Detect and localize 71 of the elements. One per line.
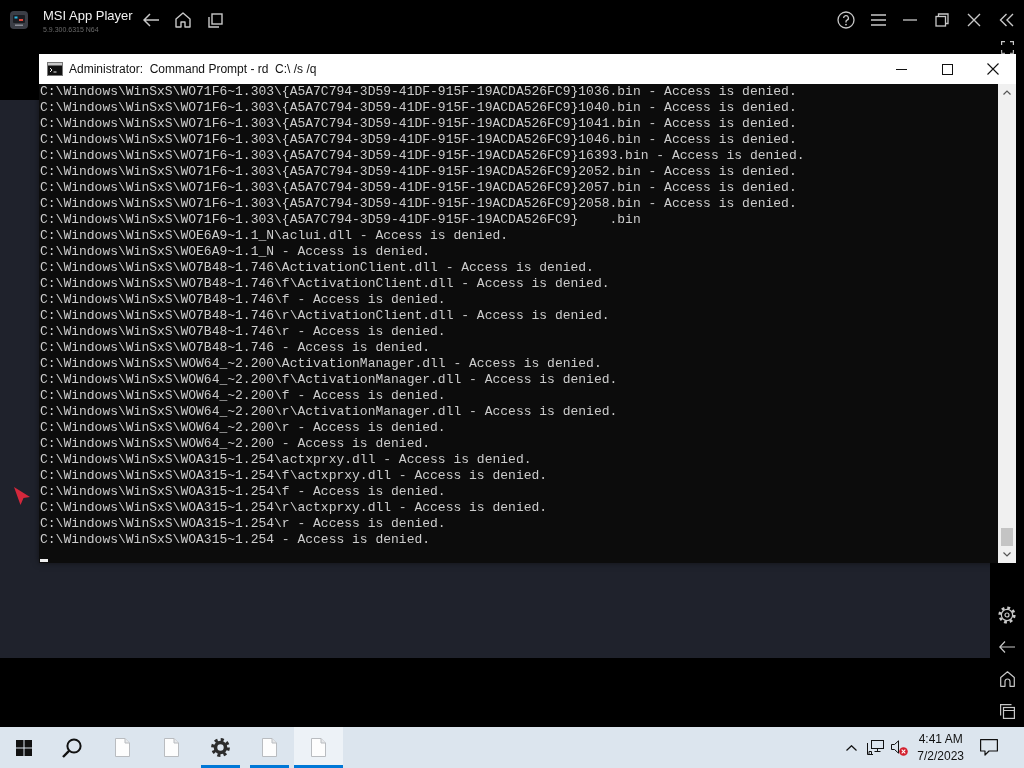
console-line: C:\Windows\WinSxS\WOA315~1.254\f\actxprxy.dll - Access is denied. bbox=[40, 468, 548, 484]
console-line: C:\Windows\WinSxS\WOE6A9~1.1_N - Access is denied. bbox=[40, 244, 431, 260]
search-icon bbox=[62, 737, 82, 758]
close-icon bbox=[967, 13, 981, 27]
gear-icon bbox=[211, 738, 230, 757]
console-line: C:\Windows\WinSxS\WO71F6~1.303\{A5A7C794-3D59-41DF-915F-19ACDA526FC9} .bin bbox=[40, 212, 641, 228]
document-icon bbox=[115, 738, 130, 757]
stacked-windows-icon bbox=[207, 12, 223, 28]
windows-logo-icon bbox=[16, 739, 32, 756]
terminal-icon bbox=[47, 62, 63, 76]
console-line: C:\Windows\WinSxS\WOW64_~2.200\r\ActivationManager.dll - Access is denied. bbox=[40, 404, 618, 420]
vertical-scrollbar[interactable] bbox=[998, 84, 1016, 563]
console-line: C:\Windows\WinSxS\WO7B48~1.746\r\ActivationClient.dll - Access is denied. bbox=[40, 308, 610, 324]
console-line: C:\Windows\WinSxS\WO71F6~1.303\{A5A7C794-3D59-41DF-915F-19ACDA526FC9}16393.bin - Access is denied. bbox=[40, 148, 805, 164]
console-line: C:\Windows\WinSxS\WO7B48~1.746 - Access is denied. bbox=[40, 340, 431, 356]
maximize-icon bbox=[941, 63, 953, 75]
console-line: C:\Windows\WinSxS\WOW64_~2.200 - Access is denied. bbox=[40, 436, 431, 452]
stacked-windows-icon bbox=[999, 703, 1015, 719]
console-line: C:\Windows\WinSxS\WO71F6~1.303\{A5A7C794-3D59-41DF-915F-19ACDA526FC9}1046.bin - Access is denied. bbox=[40, 132, 797, 148]
chevron-up-icon bbox=[845, 744, 857, 751]
console-line: C:\Windows\WinSxS\WOA315~1.254\actxprxy.dll - Access is denied. bbox=[40, 452, 532, 468]
console-line: C:\Windows\WinSxS\WO71F6~1.303\{A5A7C794-3D59-41DF-915F-19ACDA526FC9}2052.bin - Access is denied. bbox=[40, 164, 797, 180]
close-icon bbox=[987, 63, 999, 75]
console-line: C:\Windows\WinSxS\WOW64_~2.200\f\ActivationManager.dll - Access is denied. bbox=[40, 372, 618, 388]
menu-icon bbox=[870, 14, 886, 26]
double-chevron-left-icon bbox=[998, 13, 1014, 27]
network-icon bbox=[866, 740, 884, 755]
back-arrow-icon bbox=[999, 641, 1015, 653]
document-icon bbox=[262, 738, 277, 757]
help-icon bbox=[837, 11, 855, 29]
back-arrow-icon bbox=[143, 13, 159, 27]
console-line: C:\Windows\WinSxS\WO71F6~1.303\{A5A7C794-3D59-41DF-915F-19ACDA526FC9}1036.bin - Access is denied. bbox=[40, 84, 797, 100]
text-cursor bbox=[40, 559, 48, 562]
document-icon bbox=[164, 738, 179, 757]
console-line: C:\Windows\WinSxS\WO71F6~1.303\{A5A7C794-3D59-41DF-915F-19ACDA526FC9}1040.bin - Access is denied. bbox=[40, 100, 797, 116]
settings-icon bbox=[998, 606, 1016, 624]
fullscreen-icon bbox=[1000, 40, 1014, 54]
clock-time: 4:41 AM bbox=[918, 730, 963, 748]
console-line: C:\Windows\WinSxS\WOA315~1.254 - Access is denied. bbox=[40, 532, 431, 548]
console-line: C:\Windows\WinSxS\WO7B48~1.746\r - Access is denied. bbox=[40, 324, 446, 340]
document-icon bbox=[311, 738, 326, 757]
console-line: C:\Windows\WinSxS\WO71F6~1.303\{A5A7C794-3D59-41DF-915F-19ACDA526FC9}2058.bin - Access is denied. bbox=[40, 196, 797, 212]
minimize-icon bbox=[903, 19, 917, 21]
volume-muted-icon bbox=[890, 739, 908, 756]
console-line: C:\Windows\WinSxS\WO7B48~1.746\ActivationClient.dll - Access is denied. bbox=[40, 260, 594, 276]
restore-icon bbox=[935, 13, 949, 27]
app-logo-icon bbox=[10, 11, 28, 29]
chevron-down-icon bbox=[1003, 552, 1011, 557]
scrollbar-thumb[interactable] bbox=[1001, 528, 1013, 546]
console-line: C:\Windows\WinSxS\WOE6A9~1.1_N\aclui.dll - Access is denied. bbox=[40, 228, 509, 244]
home-icon bbox=[175, 12, 191, 28]
speech-bubble-icon bbox=[980, 739, 998, 756]
console-line: C:\Windows\WinSxS\WOA315~1.254\f - Access is denied. bbox=[40, 484, 446, 500]
console-line: C:\Windows\WinSxS\WO71F6~1.303\{A5A7C794-3D59-41DF-915F-19ACDA526FC9}2057.bin - Access is denied. bbox=[40, 180, 797, 196]
window-title: Administrator: Command Prompt - rd C:\ /s /q bbox=[69, 62, 317, 76]
mouse-pointer-icon bbox=[14, 487, 30, 505]
clock-date: 7/2/2023 bbox=[917, 747, 964, 765]
minimize-icon bbox=[895, 68, 907, 70]
app-title: MSI App Player bbox=[43, 8, 133, 23]
clock-button[interactable]: 4:41 AM 7/2/2023 bbox=[915, 727, 966, 768]
console-line: C:\Windows\WinSxS\WOA315~1.254\r - Access is denied. bbox=[40, 516, 446, 532]
chevron-up-icon bbox=[1003, 90, 1011, 95]
fullscreen-button[interactable] bbox=[999, 40, 1015, 54]
home-icon bbox=[999, 671, 1015, 687]
console-line: C:\Windows\WinSxS\WO71F6~1.303\{A5A7C794-3D59-41DF-915F-19ACDA526FC9}1041.bin - Access is denied. bbox=[40, 116, 797, 132]
console-line: C:\Windows\WinSxS\WOW64_~2.200\r - Access is denied. bbox=[40, 420, 446, 436]
console-line: C:\Windows\WinSxS\WOA315~1.254\r\actxprxy.dll - Access is denied. bbox=[40, 500, 548, 516]
console-line: C:\Windows\WinSxS\WO7B48~1.746\f - Access is denied. bbox=[40, 292, 446, 308]
console-line: C:\Windows\WinSxS\WOW64_~2.200\ActivationManager.dll - Access is denied. bbox=[40, 356, 602, 372]
console-line: C:\Windows\WinSxS\WO7B48~1.746\f\ActivationClient.dll - Access is denied. bbox=[40, 276, 610, 292]
console-line: C:\Windows\WinSxS\WOW64_~2.200\f - Access is denied. bbox=[40, 388, 446, 404]
